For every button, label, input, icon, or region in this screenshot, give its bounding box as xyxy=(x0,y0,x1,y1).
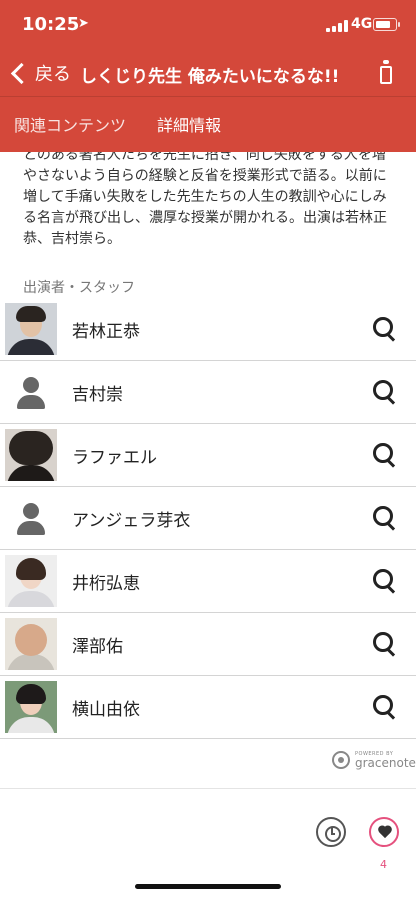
cast-row[interactable]: 若林正恭 xyxy=(0,298,416,361)
remote-icon[interactable] xyxy=(380,60,392,84)
cast-row[interactable]: 井桁弘恵 xyxy=(0,550,416,613)
tab-divider xyxy=(0,96,416,97)
cast-name: 吉村崇 xyxy=(72,385,123,405)
search-icon[interactable] xyxy=(373,443,397,468)
search-icon[interactable] xyxy=(373,317,397,342)
app-header: 10:25 ➤ 4G 戻る しくじり先生 俺みたいになるな!! 関連コンテンツ … xyxy=(0,0,416,152)
cast-name: ラファエル xyxy=(72,448,157,468)
back-label: 戻る xyxy=(35,64,71,85)
battery-icon xyxy=(373,18,400,31)
cast-section-label: 出演者・スタッフ xyxy=(23,280,135,296)
search-icon[interactable] xyxy=(373,506,397,531)
cast-name: 井桁弘恵 xyxy=(72,574,140,594)
back-button[interactable]: 戻る xyxy=(8,60,71,86)
cast-list: 若林正恭 吉村崇 ラファエル アンジェラ芽衣 井桁弘恵 澤部佑 横山由依 xyxy=(0,298,416,739)
heart-icon xyxy=(378,826,392,840)
favorite-button[interactable] xyxy=(369,817,399,847)
cast-photo xyxy=(5,303,57,355)
search-icon[interactable] xyxy=(373,632,397,657)
cast-photo xyxy=(5,618,57,670)
page-title: しくじり先生 俺みたいになるな!! xyxy=(80,67,340,87)
favorite-count: 4 xyxy=(380,858,387,871)
credit-brand: gracenote xyxy=(355,755,416,770)
nav-bar: 戻る しくじり先生 俺みたいになるな!! xyxy=(0,50,416,96)
status-time: 10:25 xyxy=(22,14,80,35)
history-button[interactable] xyxy=(316,817,346,847)
cast-name: 横山由依 xyxy=(72,700,140,720)
cast-row[interactable]: アンジェラ芽衣 xyxy=(0,487,416,550)
footer-divider xyxy=(0,788,416,789)
cast-row[interactable]: 横山由依 xyxy=(0,676,416,739)
cast-row[interactable]: 澤部佑 xyxy=(0,613,416,676)
search-icon[interactable] xyxy=(373,380,397,405)
cast-name: 澤部佑 xyxy=(72,637,123,657)
search-icon[interactable] xyxy=(373,569,397,594)
person-placeholder-icon xyxy=(5,366,57,418)
cast-row[interactable]: 吉村崇 xyxy=(0,361,416,424)
cast-name: アンジェラ芽衣 xyxy=(72,511,191,531)
person-placeholder-icon xyxy=(5,492,57,544)
back-chevron-icon xyxy=(10,62,33,84)
cast-name: 若林正恭 xyxy=(72,322,140,342)
search-icon[interactable] xyxy=(373,695,397,720)
signal-icon xyxy=(326,20,348,32)
cast-row[interactable]: ラファエル xyxy=(0,424,416,487)
status-bar: 10:25 ➤ 4G xyxy=(0,0,416,50)
location-arrow-icon: ➤ xyxy=(78,16,89,31)
gracenote-credit: POWERED BY gracenote xyxy=(332,751,416,769)
cast-photo xyxy=(5,681,57,733)
network-type: 4G xyxy=(351,16,373,32)
header-edge xyxy=(0,142,416,152)
home-indicator[interactable] xyxy=(135,884,281,889)
tab-details[interactable]: 詳細情報 xyxy=(157,112,221,136)
cast-photo xyxy=(5,429,57,481)
tab-related-content[interactable]: 関連コンテンツ xyxy=(14,112,126,136)
gracenote-logo-icon xyxy=(332,751,350,769)
cast-photo xyxy=(5,555,57,607)
program-description: とのある著名人たちを先生に招き、同じ失敗をする人を増やさないよう自らの経験と反省… xyxy=(23,147,387,247)
